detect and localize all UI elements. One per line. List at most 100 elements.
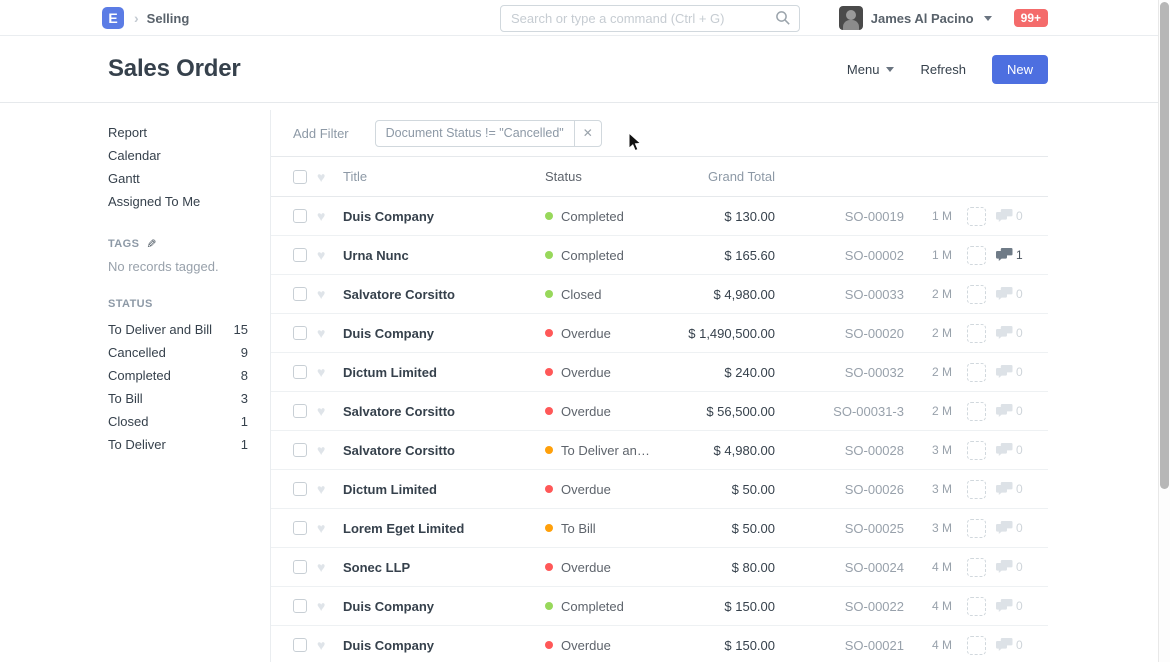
row-title-link[interactable]: Salvatore Corsitto	[343, 443, 545, 458]
user-avatar[interactable]	[839, 6, 863, 30]
assign-placeholder[interactable]	[967, 480, 986, 499]
row-title-link[interactable]: Sonec LLP	[343, 560, 545, 575]
sidebar-status-filter[interactable]: To Bill 3	[108, 387, 248, 410]
heart-icon[interactable]: ♥	[317, 365, 331, 379]
comments-indicator[interactable]: 1	[996, 248, 1023, 262]
select-all-checkbox[interactable]	[293, 170, 307, 184]
assign-placeholder[interactable]	[967, 363, 986, 382]
row-checkbox[interactable]	[293, 287, 307, 301]
heart-icon[interactable]: ♥	[317, 482, 331, 496]
comments-indicator[interactable]: 0	[996, 287, 1023, 301]
row-title-link[interactable]: Urna Nunc	[343, 248, 545, 263]
sidebar-view-link[interactable]: Gantt	[108, 167, 270, 190]
filter-chip[interactable]: Document Status != "Cancelled" ✕	[375, 120, 602, 147]
heart-icon[interactable]: ♥	[317, 287, 331, 301]
row-doc-name[interactable]: SO-00021	[775, 638, 904, 653]
new-button[interactable]: New	[992, 55, 1048, 84]
row-checkbox[interactable]	[293, 443, 307, 457]
row-checkbox[interactable]	[293, 404, 307, 418]
comments-indicator[interactable]: 0	[996, 482, 1023, 496]
row-doc-name[interactable]: SO-00020	[775, 326, 904, 341]
comments-indicator[interactable]: 0	[996, 404, 1023, 418]
row-title-link[interactable]: Lorem Eget Limited	[343, 521, 545, 536]
sidebar-status-filter[interactable]: Closed 1	[108, 410, 248, 433]
row-title-link[interactable]: Duis Company	[343, 209, 545, 224]
assign-placeholder[interactable]	[967, 558, 986, 577]
heart-icon[interactable]: ♥	[317, 560, 331, 574]
heart-icon[interactable]: ♥	[317, 638, 331, 652]
assign-placeholder[interactable]	[967, 597, 986, 616]
comments-indicator[interactable]: 0	[996, 365, 1023, 379]
notifications-badge[interactable]: 99+	[1014, 9, 1048, 27]
sidebar-status-filter[interactable]: Cancelled 9	[108, 341, 248, 364]
comments-indicator[interactable]: 0	[996, 599, 1023, 613]
row-doc-name[interactable]: SO-00024	[775, 560, 904, 575]
heart-icon[interactable]: ♥	[317, 248, 331, 262]
row-doc-name[interactable]: SO-00025	[775, 521, 904, 536]
filter-chip-label[interactable]: Document Status != "Cancelled"	[376, 126, 574, 140]
assign-placeholder[interactable]	[967, 519, 986, 538]
assign-placeholder[interactable]	[967, 207, 986, 226]
row-doc-name[interactable]: SO-00031-3	[775, 404, 904, 419]
heart-icon[interactable]: ♥	[317, 209, 331, 223]
assign-placeholder[interactable]	[967, 324, 986, 343]
heart-icon[interactable]: ♥	[317, 443, 331, 457]
comments-indicator[interactable]: 0	[996, 209, 1023, 223]
row-doc-name[interactable]: SO-00022	[775, 599, 904, 614]
row-checkbox[interactable]	[293, 482, 307, 496]
row-title-link[interactable]: Duis Company	[343, 638, 545, 653]
sidebar-view-link[interactable]: Report	[108, 121, 270, 144]
sidebar-status-filter[interactable]: To Deliver 1	[108, 433, 248, 456]
row-doc-name[interactable]: SO-00033	[775, 287, 904, 302]
row-checkbox[interactable]	[293, 599, 307, 613]
assign-placeholder[interactable]	[967, 246, 986, 265]
scrollbar-thumb[interactable]	[1160, 2, 1169, 489]
sidebar-view-link[interactable]: Calendar	[108, 144, 270, 167]
comments-indicator[interactable]: 0	[996, 443, 1023, 457]
row-checkbox[interactable]	[293, 521, 307, 535]
assign-placeholder[interactable]	[967, 441, 986, 460]
menu-button[interactable]: Menu	[847, 62, 895, 77]
comments-indicator[interactable]: 0	[996, 560, 1023, 574]
heart-icon[interactable]: ♥	[317, 521, 331, 535]
row-title-link[interactable]: Duis Company	[343, 599, 545, 614]
row-doc-name[interactable]: SO-00026	[775, 482, 904, 497]
row-checkbox[interactable]	[293, 365, 307, 379]
sidebar-status-filter[interactable]: To Deliver and Bill 15	[108, 318, 248, 341]
refresh-button[interactable]: Refresh	[920, 62, 966, 77]
heart-icon[interactable]: ♥	[317, 404, 331, 418]
heart-icon[interactable]: ♥	[317, 599, 331, 613]
assign-placeholder[interactable]	[967, 402, 986, 421]
row-doc-name[interactable]: SO-00032	[775, 365, 904, 380]
comments-indicator[interactable]: 0	[996, 521, 1023, 535]
comments-indicator[interactable]: 0	[996, 638, 1023, 652]
comments-indicator[interactable]: 0	[996, 326, 1023, 340]
global-search-input[interactable]	[500, 5, 800, 32]
breadcrumb[interactable]: Selling	[147, 11, 190, 26]
row-checkbox[interactable]	[293, 326, 307, 340]
row-doc-name[interactable]: SO-00028	[775, 443, 904, 458]
row-checkbox[interactable]	[293, 638, 307, 652]
vertical-scrollbar[interactable]	[1158, 0, 1170, 662]
sidebar-view-link[interactable]: Assigned To Me	[108, 190, 270, 213]
assign-placeholder[interactable]	[967, 285, 986, 304]
row-title-link[interactable]: Dictum Limited	[343, 365, 545, 380]
user-menu[interactable]: James Al Pacino	[871, 11, 974, 26]
sidebar-status-filter[interactable]: Completed 8	[108, 364, 248, 387]
row-doc-name[interactable]: SO-00002	[775, 248, 904, 263]
row-checkbox[interactable]	[293, 248, 307, 262]
row-title-link[interactable]: Salvatore Corsitto	[343, 404, 545, 419]
heart-icon[interactable]: ♥	[317, 326, 331, 340]
edit-tags-icon[interactable]: ✎	[146, 237, 156, 251]
remove-filter-icon[interactable]: ✕	[574, 121, 601, 146]
add-filter-button[interactable]: Add Filter	[293, 126, 349, 141]
heart-icon[interactable]: ♥	[317, 170, 331, 184]
app-logo[interactable]: E	[102, 7, 124, 29]
row-title-link[interactable]: Salvatore Corsitto	[343, 287, 545, 302]
row-title-link[interactable]: Dictum Limited	[343, 482, 545, 497]
row-title-link[interactable]: Duis Company	[343, 326, 545, 341]
row-doc-name[interactable]: SO-00019	[775, 209, 904, 224]
row-checkbox[interactable]	[293, 209, 307, 223]
row-checkbox[interactable]	[293, 560, 307, 574]
assign-placeholder[interactable]	[967, 636, 986, 655]
